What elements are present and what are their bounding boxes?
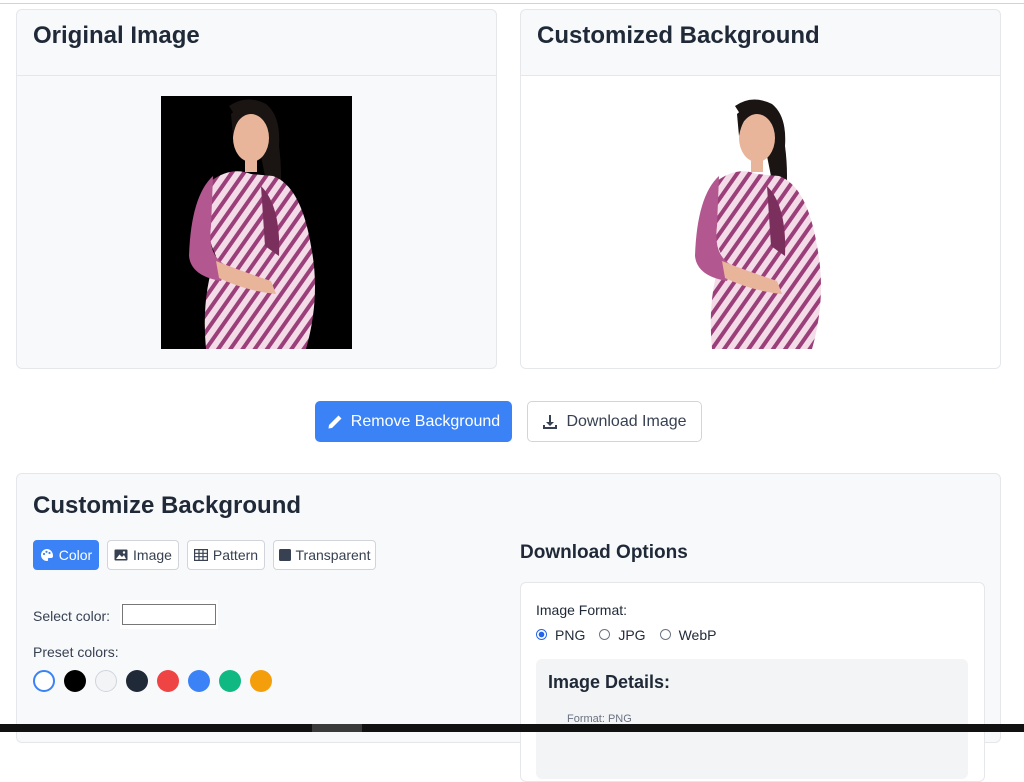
image-icon xyxy=(114,549,128,561)
tab-transparent-label: Transparent xyxy=(295,547,371,563)
customized-photo xyxy=(667,96,858,349)
preset-color-swatch[interactable] xyxy=(157,670,179,692)
format-jpg-label: JPG xyxy=(618,627,646,643)
radio-webp[interactable] xyxy=(659,628,671,640)
preset-color-swatch[interactable] xyxy=(33,670,55,692)
square-icon xyxy=(278,549,291,561)
tab-pattern-label: Pattern xyxy=(212,547,259,563)
grid-icon xyxy=(193,549,208,561)
tab-pattern[interactable]: Pattern xyxy=(187,540,265,570)
scrollbar-thumb[interactable] xyxy=(312,724,362,732)
customized-background-title: Customized Background xyxy=(521,10,1000,76)
download-options-title: Download Options xyxy=(520,542,688,563)
format-webp-label: WebP xyxy=(678,627,717,643)
preset-colors-label: Preset colors: xyxy=(33,644,119,660)
taskbar-strip xyxy=(0,724,1024,732)
original-image-title: Original Image xyxy=(17,10,496,76)
preset-color-swatch[interactable] xyxy=(250,670,272,692)
tab-transparent[interactable]: Transparent xyxy=(273,540,376,570)
remove-background-button[interactable]: Remove Background xyxy=(315,401,512,442)
person-cutout-illustration xyxy=(695,99,821,349)
preset-color-swatch[interactable] xyxy=(95,670,117,692)
download-icon xyxy=(543,414,558,429)
format-option-webp[interactable]: WebP xyxy=(659,627,717,643)
preset-color-swatch[interactable] xyxy=(64,670,86,692)
preset-color-swatch[interactable] xyxy=(126,670,148,692)
top-divider xyxy=(0,3,1024,4)
tab-color[interactable]: Color xyxy=(33,540,99,570)
person-illustration xyxy=(189,99,315,349)
image-details-title: Image Details: xyxy=(548,672,671,692)
radio-png[interactable] xyxy=(536,628,547,640)
radio-jpg[interactable] xyxy=(599,628,611,640)
tab-image[interactable]: Image xyxy=(107,540,179,570)
preset-color-swatch[interactable] xyxy=(219,670,241,692)
format-png-label: PNG xyxy=(555,627,586,643)
original-photo xyxy=(161,96,352,349)
download-options-card: Image Format: PNG JPG WebP Image Details… xyxy=(520,582,985,782)
preset-color-swatch[interactable] xyxy=(188,670,210,692)
image-format-label: Image Format: xyxy=(536,602,628,618)
customized-background-card: Customized Background xyxy=(520,9,1001,369)
original-image-card: Original Image xyxy=(16,9,497,369)
customized-preview xyxy=(521,76,1000,368)
select-color-label: Select color: xyxy=(33,608,111,624)
pencil-icon xyxy=(328,415,342,428)
customize-background-panel: Customize Background Color Image Pattern… xyxy=(16,473,1001,782)
download-image-button[interactable]: Download Image xyxy=(527,401,702,442)
download-image-label: Download Image xyxy=(566,412,687,430)
tab-image-label: Image xyxy=(133,547,172,563)
color-picker-input[interactable] xyxy=(120,600,218,629)
format-option-jpg[interactable]: JPG xyxy=(599,627,646,643)
original-image-body xyxy=(17,76,496,368)
format-radio-group: PNG JPG WebP xyxy=(536,627,716,643)
customize-background-title: Customize Background xyxy=(33,492,302,519)
image-details-panel: Image Details: Format: PNG xyxy=(536,659,968,779)
tab-color-label: Color xyxy=(58,547,93,563)
remove-background-label: Remove Background xyxy=(350,412,501,430)
palette-icon xyxy=(40,549,53,561)
format-option-png[interactable]: PNG xyxy=(536,627,585,643)
